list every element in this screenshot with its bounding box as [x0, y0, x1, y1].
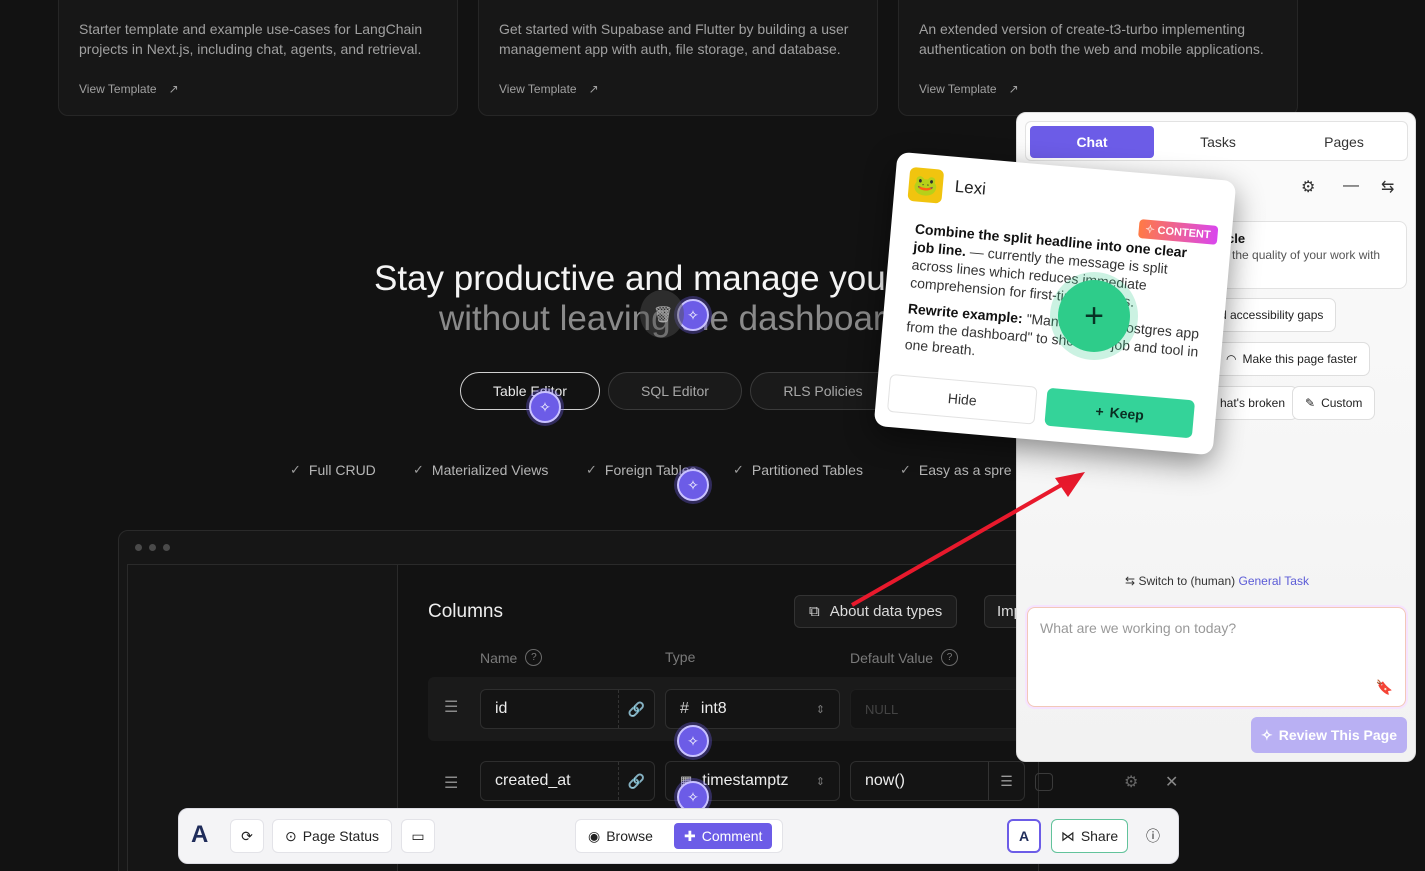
window-dots	[135, 544, 170, 551]
bottom-toolbar: A ⟳ ⊙ Page Status ▭ ◉ Browse ✚ Comment A ⋈ S…	[178, 808, 1179, 864]
view-template-link[interactable]: View Template ↗	[499, 82, 857, 96]
tab-pages[interactable]: Pages	[1282, 126, 1406, 158]
general-task-link[interactable]: General Task	[1238, 574, 1308, 588]
swap-icon[interactable]: ⇆	[1381, 177, 1394, 197]
ai-sparkle-icon[interactable]: ✧	[677, 469, 709, 501]
link-icon[interactable]: 🔗	[618, 762, 654, 800]
template-card-flutter[interactable]: Get started with Supabase and Flutter by…	[478, 0, 878, 116]
col-header-name: Name?	[480, 649, 543, 666]
switch-task[interactable]: ⇆ Switch to (human) General Task	[1017, 574, 1415, 588]
about-data-types-button[interactable]: ⧉ About data types	[794, 595, 958, 628]
comment-button[interactable]: ✚ Comment	[674, 823, 773, 849]
sparkle-icon: ✧	[1260, 726, 1273, 743]
tab-tasks[interactable]: Tasks	[1156, 126, 1280, 158]
check-icon: ✓	[900, 462, 911, 477]
external-arrow-icon: ↗	[1008, 82, 1019, 96]
minimize-icon[interactable]: —	[1343, 177, 1359, 195]
help-icon[interactable]: ?	[941, 649, 959, 666]
page: Starter template and example use-cases f…	[0, 0, 1425, 871]
hero-headline: Stay productive and manage you	[374, 259, 886, 298]
gear-icon[interactable]: ⚙	[1301, 177, 1315, 197]
pencil-icon: ✎	[1305, 396, 1316, 410]
ai-sparkle-icon[interactable]: ✧	[677, 725, 709, 757]
external-link-icon: ⧉	[809, 603, 820, 620]
template-desc: Starter template and example use-cases f…	[79, 21, 423, 57]
chip-custom[interactable]: ✎ Custom	[1292, 386, 1376, 420]
chip-faster[interactable]: ◠ Make this page faster	[1213, 342, 1371, 376]
lexi-suggestion-popup: 🐸 Lexi ✧ CONTENT Combine the split headl…	[873, 151, 1237, 456]
check-icon: ✓	[733, 462, 744, 477]
column-row: ☰ id 🔗 # int8 ⇕ NULL	[428, 677, 1048, 741]
ai-sparkle-icon[interactable]: ✧	[529, 391, 561, 423]
trash-icon[interactable]: 🗑	[653, 305, 673, 325]
template-card-t3[interactable]: An extended version of create-t3-turbo i…	[898, 0, 1298, 116]
check-icon: ✓	[413, 462, 424, 477]
link-icon[interactable]: 🔗	[618, 690, 654, 728]
help-icon[interactable]: ?	[525, 649, 543, 666]
chip-broken[interactable]: hat's broken	[1207, 386, 1298, 420]
tab-rls-policies[interactable]: RLS Policies	[750, 372, 896, 410]
gauge-icon: ◠	[1226, 352, 1237, 366]
col-header-type: Type	[665, 649, 696, 665]
bookmark-icon[interactable]: 🔖	[1376, 679, 1393, 696]
external-arrow-icon: ↗	[168, 82, 179, 96]
lexi-avatar: 🐸	[907, 166, 945, 204]
mode-switch: ◉ Browse ✚ Comment	[575, 819, 783, 853]
plus-icon: +	[1094, 402, 1105, 420]
close-icon[interactable]: ✕	[1165, 772, 1178, 792]
template-desc: Get started with Supabase and Flutter by…	[499, 21, 849, 57]
external-arrow-icon: ↗	[588, 82, 599, 96]
chip-accessibility[interactable]: d accessibility gaps	[1207, 298, 1337, 332]
tab-chat[interactable]: Chat	[1030, 126, 1154, 158]
suggestion-body: Combine the split headline into one clea…	[904, 220, 1200, 360]
panel-tabs: Chat Tasks Pages	[1025, 121, 1408, 161]
gear-icon[interactable]: ⚙	[1124, 772, 1138, 792]
help-icon[interactable]: ⓘ	[1136, 819, 1170, 853]
check-icon: ✓	[586, 462, 597, 477]
keep-button[interactable]: + Keep	[1044, 387, 1196, 439]
hide-button[interactable]: Hide	[886, 373, 1038, 425]
swap-icon: ⇆	[1125, 574, 1136, 588]
tab-sql-editor[interactable]: SQL Editor	[608, 372, 742, 410]
lexi-name: Lexi	[954, 176, 987, 199]
feature-item: ✓ Full CRUD	[290, 462, 376, 478]
template-desc: An extended version of create-t3-turbo i…	[919, 21, 1264, 57]
add-plus-icon[interactable]: +	[1058, 280, 1130, 352]
review-page-button[interactable]: ✧ Review This Page	[1251, 717, 1407, 753]
info-card[interactable]: rcle e the quality of your work with	[1207, 221, 1407, 289]
chat-input[interactable]: What are we working on today? 🔖	[1027, 607, 1406, 707]
feature-item: ✓ Partitioned Tables	[733, 462, 863, 478]
browse-button[interactable]: ◉ Browse	[578, 823, 663, 849]
share-icon: ⋈	[1060, 827, 1075, 844]
view-template-link[interactable]: View Template ↗	[79, 82, 437, 96]
columns-title: Columns	[428, 601, 503, 622]
target-icon: ⊙	[284, 827, 297, 844]
checkbox[interactable]	[1035, 773, 1053, 791]
column-name-input[interactable]: created_at 🔗	[480, 761, 655, 801]
feature-item: ✓ Materialized Views	[413, 462, 549, 478]
column-name-input[interactable]: id 🔗	[480, 689, 655, 729]
col-header-default: Default Value?	[850, 649, 959, 666]
template-card-langchain[interactable]: Starter template and example use-cases f…	[58, 0, 458, 116]
monitor-icon[interactable]: ▭	[401, 819, 435, 853]
updown-icon: ⇕	[815, 703, 825, 716]
app-logo-icon[interactable]: A	[191, 821, 208, 849]
column-type-select[interactable]: # int8 ⇕	[665, 689, 840, 729]
view-template-link[interactable]: View Template ↗	[919, 82, 1277, 96]
default-value-input[interactable]: NULL	[850, 689, 1025, 729]
page-status-button[interactable]: ⊙ Page Status	[272, 819, 392, 853]
share-button[interactable]: ⋈ Share	[1051, 819, 1128, 853]
updown-icon: ⇕	[815, 775, 825, 788]
drag-handle-icon[interactable]: ☰	[444, 773, 458, 793]
drag-handle-icon[interactable]: ☰	[444, 697, 458, 717]
feature-item: ✓ Easy as a spre	[900, 462, 1012, 478]
check-icon: ✓	[290, 462, 301, 477]
refresh-icon[interactable]: ⟳	[230, 819, 264, 853]
default-value-input[interactable]: now() ☰	[850, 761, 1025, 801]
user-avatar-button[interactable]: A	[1007, 819, 1041, 853]
eye-icon: ◉	[588, 827, 601, 844]
list-icon[interactable]: ☰	[988, 762, 1024, 800]
hash-icon: #	[680, 700, 689, 717]
comment-icon: ✚	[684, 827, 696, 844]
